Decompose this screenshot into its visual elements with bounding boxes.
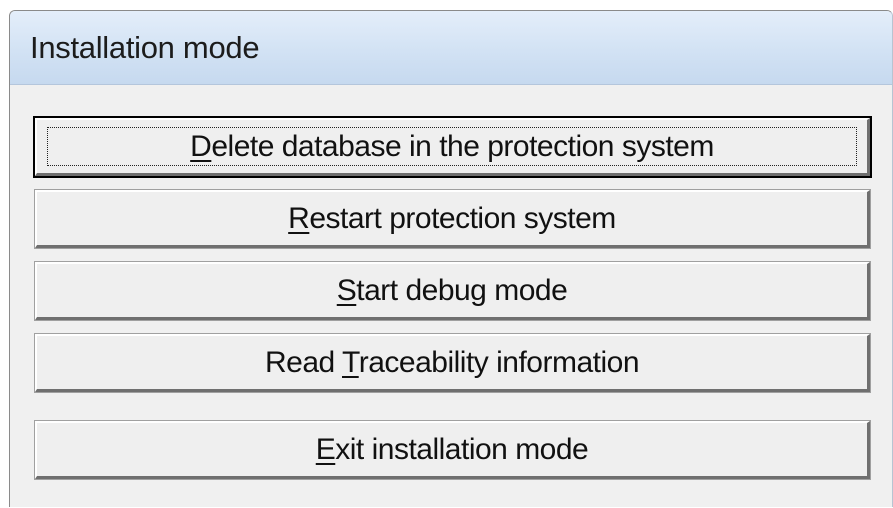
- button-label: Exit installation mode: [315, 432, 589, 466]
- button-label: Start debug mode: [336, 273, 568, 307]
- read-traceability-information-button[interactable]: Read Traceability information: [34, 333, 871, 393]
- installation-mode-dialog: Installation mode Delete database in the…: [9, 10, 893, 507]
- dialog-body: Delete database in the protection system…: [10, 85, 892, 507]
- window-title: Installation mode: [30, 29, 260, 65]
- title-bar[interactable]: Installation mode: [10, 11, 892, 85]
- delete-database-button[interactable]: Delete database in the protection system: [33, 116, 872, 178]
- button-label: Read Traceability information: [264, 345, 640, 379]
- start-debug-mode-button[interactable]: Start debug mode: [34, 261, 871, 321]
- restart-protection-system-button[interactable]: Restart protection system: [34, 189, 871, 249]
- button-label: Delete database in the protection system: [190, 129, 714, 163]
- exit-installation-mode-button[interactable]: Exit installation mode: [34, 420, 871, 480]
- button-label: Restart protection system: [288, 201, 616, 235]
